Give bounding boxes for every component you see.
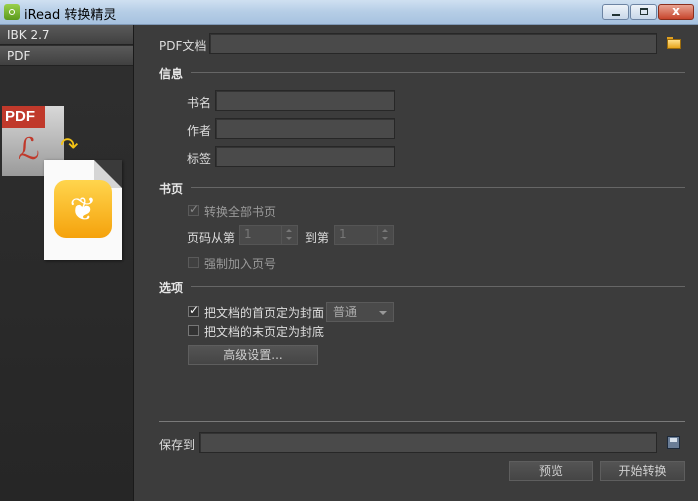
pages-heading: 书页 (159, 182, 184, 196)
window-title: iRead 转换精灵 (24, 4, 116, 23)
force-page-number-label: 强制加入页号 (204, 257, 277, 271)
tags-input[interactable] (215, 146, 395, 167)
convert-arrow-icon: ↷ (60, 134, 79, 159)
pages-divider (191, 187, 685, 188)
range-from-stepper[interactable]: 1 (239, 225, 298, 245)
last-as-back-label: 把文档的末页定为封底 (204, 325, 325, 339)
info-heading: 信息 (159, 67, 184, 81)
range-to-stepper[interactable]: 1 (334, 225, 394, 245)
bottom-divider (159, 421, 685, 422)
butterfly-icon: ❦ (69, 190, 97, 228)
save-disk-icon[interactable] (667, 436, 680, 449)
first-as-cover-label: 把文档的首页定为封面 (204, 306, 325, 320)
open-folder-icon[interactable] (667, 37, 681, 49)
close-icon: x (672, 4, 680, 18)
cover-mode-select[interactable]: 普通 (326, 302, 394, 322)
close-button[interactable]: x (658, 4, 694, 20)
sidebar-item-ibk[interactable]: IBK 2.7 (0, 25, 133, 45)
range-from-label: 页码从第 (187, 231, 236, 245)
range-to-label: 到第 (305, 231, 330, 245)
book-title-label: 书名 (187, 96, 212, 110)
save-to-label: 保存到 (159, 438, 196, 452)
pdf-doc-input[interactable] (209, 33, 657, 54)
minimize-button[interactable] (602, 4, 629, 20)
range-from-value: 1 (244, 227, 252, 241)
options-heading: 选项 (159, 281, 184, 295)
author-label: 作者 (187, 124, 212, 138)
sidebar: IBK 2.7 PDF (0, 25, 134, 501)
pdf-badge: PDF (2, 106, 45, 128)
sidebar-item-pdf[interactable]: PDF (0, 46, 133, 66)
range-to-value: 1 (339, 227, 347, 241)
title-bar: iRead 转换精灵 x (0, 0, 698, 25)
save-to-input[interactable] (199, 432, 657, 453)
book-title-input[interactable] (215, 90, 395, 111)
first-as-cover-checkbox[interactable] (188, 303, 199, 317)
force-page-number-checkbox[interactable] (188, 257, 199, 268)
maximize-button[interactable] (630, 4, 657, 20)
stepper-arrows-icon[interactable] (377, 226, 393, 244)
app-window: iRead 转换精灵 x IBK 2.7 PDF PDF ℒ ↷ ❦ PDF文档… (0, 0, 698, 501)
info-divider (191, 72, 685, 73)
tags-label: 标签 (187, 152, 212, 166)
app-subtitle: 转换精灵 (64, 8, 117, 23)
ibook-logo-icon: ❦ (54, 180, 112, 238)
convert-all-checkbox[interactable] (188, 202, 199, 216)
app-name: iRead (24, 8, 61, 23)
preview-button[interactable]: 预览 (509, 461, 593, 481)
convert-all-label: 转换全部书页 (204, 205, 277, 219)
options-divider (191, 286, 685, 287)
advanced-settings-button[interactable]: 高级设置... (188, 345, 318, 365)
start-convert-button[interactable]: 开始转换 (600, 461, 685, 481)
acrobat-icon: ℒ (18, 132, 40, 167)
last-as-back-checkbox[interactable] (188, 325, 199, 336)
pdf-doc-label: PDF文档 (159, 39, 207, 53)
author-input[interactable] (215, 118, 395, 139)
stepper-arrows-icon[interactable] (281, 226, 297, 244)
app-logo-icon (4, 4, 20, 20)
